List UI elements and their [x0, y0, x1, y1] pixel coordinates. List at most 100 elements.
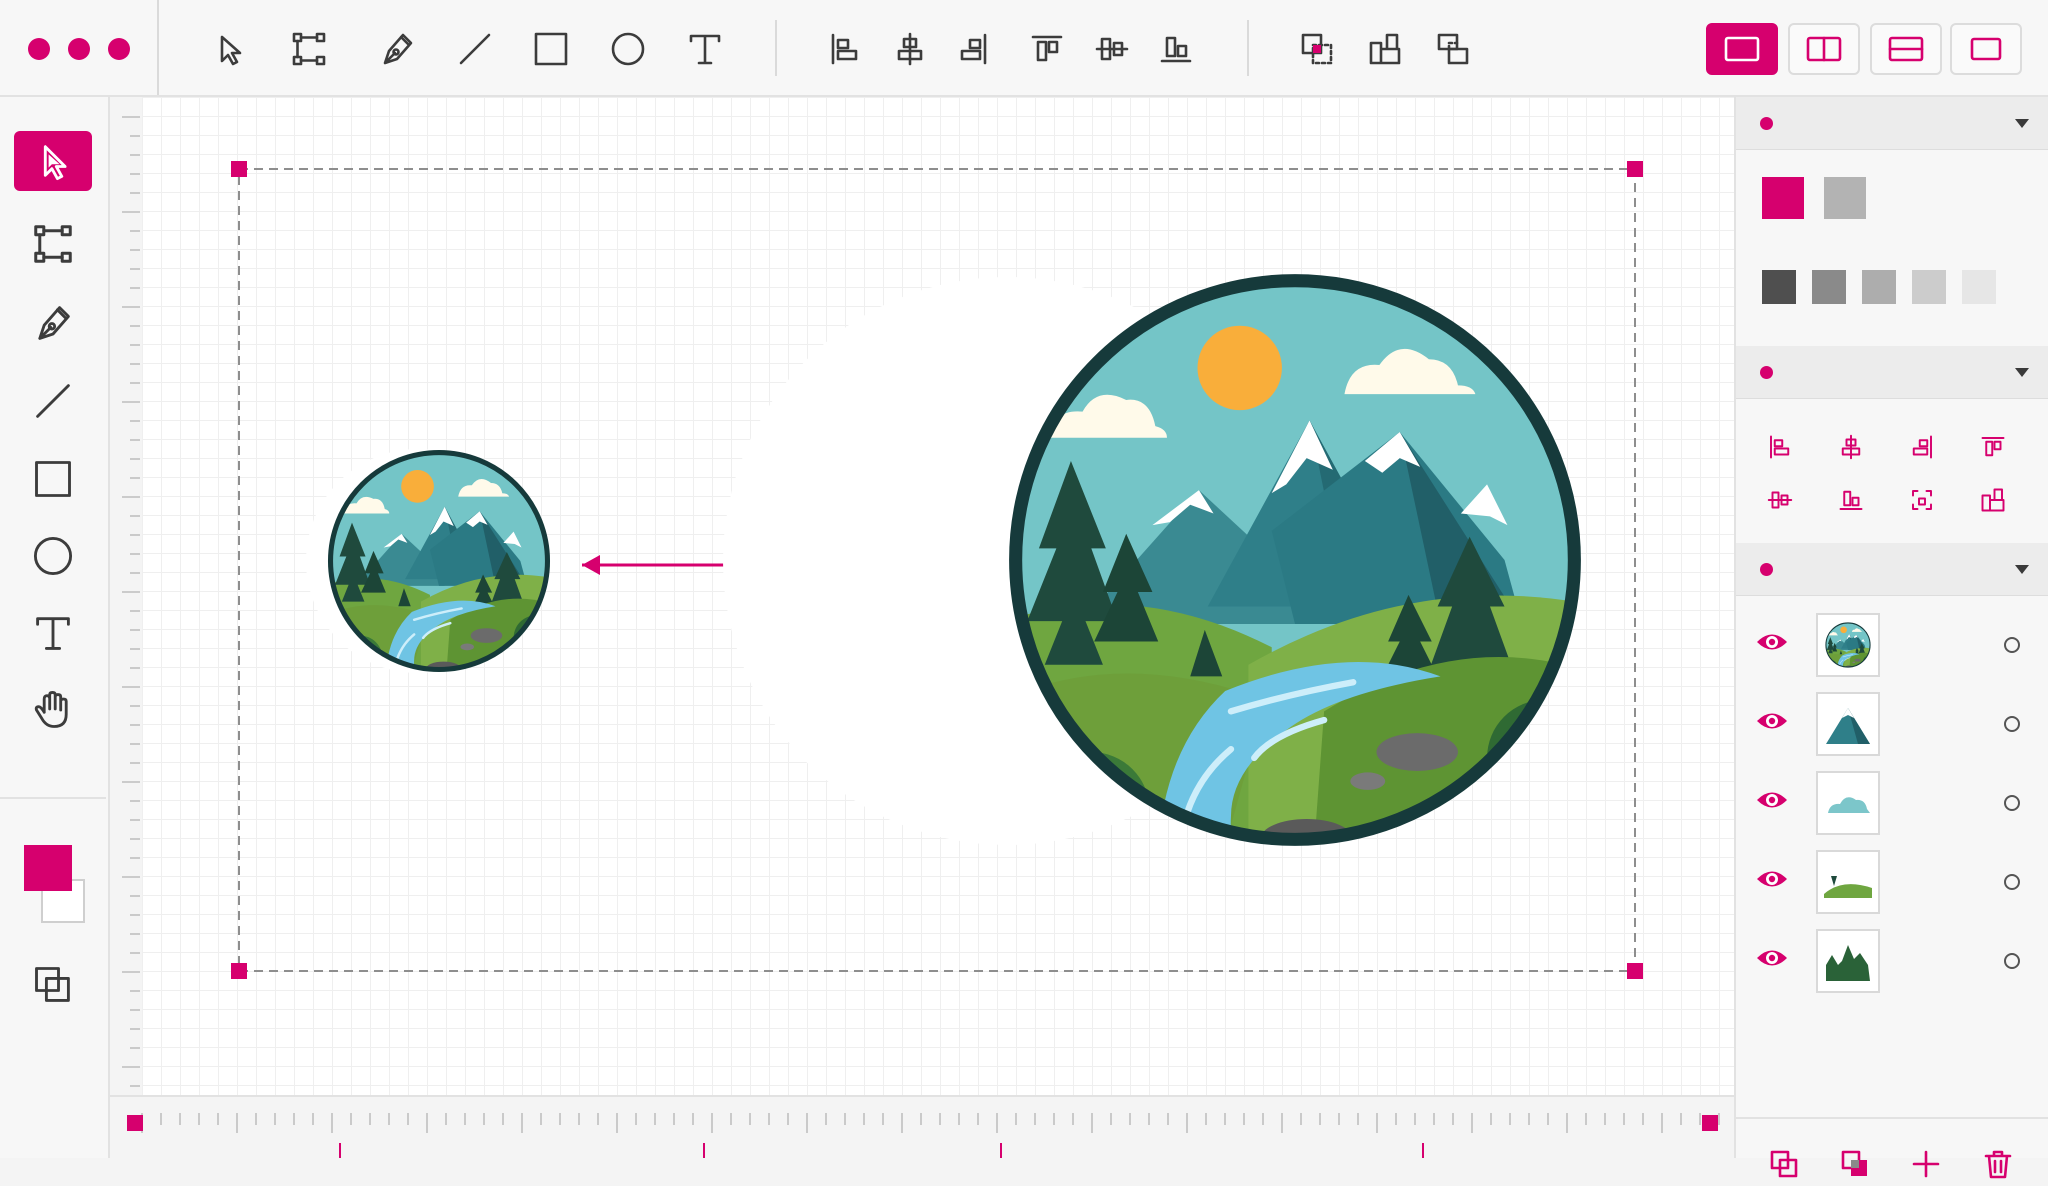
layer-row[interactable] — [1736, 607, 2048, 685]
gray-swatch[interactable] — [1962, 270, 1996, 304]
split-vertical-view-button[interactable] — [1788, 23, 1860, 75]
gray-swatch[interactable] — [1912, 270, 1946, 304]
align-center-horizontal-button[interactable] — [882, 21, 938, 77]
ellipse-tool-button[interactable] — [14, 526, 92, 586]
gray-swatch[interactable] — [1762, 270, 1796, 304]
primary-swatch[interactable] — [1762, 177, 1804, 219]
split-horizontal-view-button[interactable] — [1870, 23, 1942, 75]
align-top-button[interactable] — [1019, 21, 1075, 77]
badge-layer-icon[interactable] — [1816, 613, 1880, 677]
subtract-icon — [1981, 488, 2005, 512]
secondary-swatch[interactable] — [1824, 177, 1866, 219]
select-tool-button[interactable] — [14, 131, 92, 191]
trees-layer-icon[interactable] — [1816, 929, 1880, 993]
fill-color-swatch[interactable] — [24, 845, 72, 891]
layer-row[interactable] — [1736, 844, 2048, 922]
subtract-button[interactable] — [1973, 480, 2013, 520]
window-dot[interactable] — [108, 38, 130, 60]
text-tool-button[interactable] — [677, 21, 733, 77]
chevron-down-icon[interactable] — [2014, 366, 2030, 378]
chevron-down-icon[interactable] — [2014, 117, 2030, 129]
left-toolbar — [0, 97, 110, 1158]
gray-swatch[interactable] — [1862, 270, 1896, 304]
rectangle-tool-button[interactable] — [14, 449, 92, 509]
layer-row[interactable] — [1736, 765, 2048, 843]
selection-handle[interactable] — [231, 161, 247, 177]
align-left-icon — [1770, 435, 1790, 459]
selection-handle[interactable] — [231, 963, 247, 979]
arrange-icon — [35, 967, 70, 1002]
align-center-horizontal-icon — [1841, 434, 1861, 460]
pen-tool-button[interactable] — [14, 293, 92, 353]
color-section-header[interactable] — [1736, 97, 2048, 150]
window-dot[interactable] — [28, 38, 50, 60]
eye-icon[interactable] — [1756, 945, 1788, 971]
pen-icon — [38, 306, 70, 340]
align-middle-vertical-button[interactable] — [1760, 480, 1800, 520]
ruler-end-handle[interactable] — [1702, 1115, 1718, 1131]
align-bottom-button[interactable] — [1831, 480, 1871, 520]
line-icon — [459, 33, 491, 65]
line-tool-button[interactable] — [14, 371, 92, 431]
horizontal-ruler — [110, 1095, 1734, 1160]
text-tool-button[interactable] — [14, 603, 92, 663]
eye-icon[interactable] — [1756, 866, 1788, 892]
gray-swatch[interactable] — [1812, 270, 1846, 304]
node-edit-icon — [34, 225, 72, 263]
ruler-start-handle[interactable] — [127, 1115, 143, 1131]
node-edit-tool-button[interactable] — [281, 21, 337, 77]
layer-row[interactable] — [1736, 923, 2048, 1001]
pen-tool-button[interactable] — [369, 21, 425, 77]
align-top-button[interactable] — [1973, 427, 2013, 467]
window-dot[interactable] — [68, 38, 90, 60]
layer-select-radio[interactable] — [2004, 716, 2020, 732]
rectangle-tool-button[interactable] — [523, 21, 579, 77]
ellipse-icon — [33, 536, 73, 576]
cloud-layer-icon[interactable] — [1816, 771, 1880, 835]
delete-layer-button[interactable] — [1976, 1142, 2020, 1186]
hand-tool-button[interactable] — [14, 680, 92, 740]
duplicate-layer-button[interactable] — [1762, 1142, 1806, 1186]
mountain-layer-icon[interactable] — [1816, 692, 1880, 756]
layer-select-radio[interactable] — [2004, 953, 2020, 969]
full-view-button[interactable] — [1950, 23, 2022, 75]
select-tool-button[interactable] — [201, 21, 257, 77]
line-tool-button[interactable] — [447, 21, 503, 77]
group-layers-button[interactable] — [1833, 1142, 1877, 1186]
eye-icon[interactable] — [1756, 629, 1788, 655]
subtract-button[interactable] — [1357, 21, 1413, 77]
intersect-button[interactable] — [1425, 21, 1481, 77]
align-right-button[interactable] — [1902, 427, 1942, 467]
align-bottom-button[interactable] — [1148, 21, 1204, 77]
arrange-button[interactable] — [14, 955, 92, 1015]
section-dot — [1760, 117, 1773, 130]
align-center-horizontal-button[interactable] — [1831, 427, 1871, 467]
ellipse-icon — [611, 32, 645, 66]
node-edit-tool-button[interactable] — [14, 214, 92, 274]
union-button[interactable] — [1289, 21, 1345, 77]
distribute-button[interactable] — [1902, 480, 1942, 520]
eye-icon[interactable] — [1756, 787, 1788, 813]
align-middle-vertical-button[interactable] — [1084, 21, 1140, 77]
layer-select-radio[interactable] — [2004, 637, 2020, 653]
selection-handle[interactable] — [1627, 963, 1643, 979]
layer-select-radio[interactable] — [2004, 874, 2020, 890]
single-view-button[interactable] — [1706, 23, 1778, 75]
align-section-header[interactable] — [1736, 346, 2048, 399]
chevron-down-icon[interactable] — [2014, 563, 2030, 575]
align-right-button[interactable] — [945, 21, 1001, 77]
union-icon — [1301, 33, 1333, 65]
layer-row[interactable] — [1736, 686, 2048, 764]
add-layer-button[interactable] — [1904, 1142, 1948, 1186]
canvas-area[interactable] — [142, 97, 1734, 1095]
ellipse-tool-button[interactable] — [600, 21, 656, 77]
selection-handle[interactable] — [1627, 161, 1643, 177]
align-left-button[interactable] — [1760, 427, 1800, 467]
duplicate-layer-icon — [1770, 1150, 1798, 1178]
select-arrow-icon — [220, 35, 242, 66]
layers-section-header[interactable] — [1736, 543, 2048, 596]
eye-icon[interactable] — [1756, 708, 1788, 734]
hill-layer-icon[interactable] — [1816, 850, 1880, 914]
align-left-button[interactable] — [817, 21, 873, 77]
layer-select-radio[interactable] — [2004, 795, 2020, 811]
